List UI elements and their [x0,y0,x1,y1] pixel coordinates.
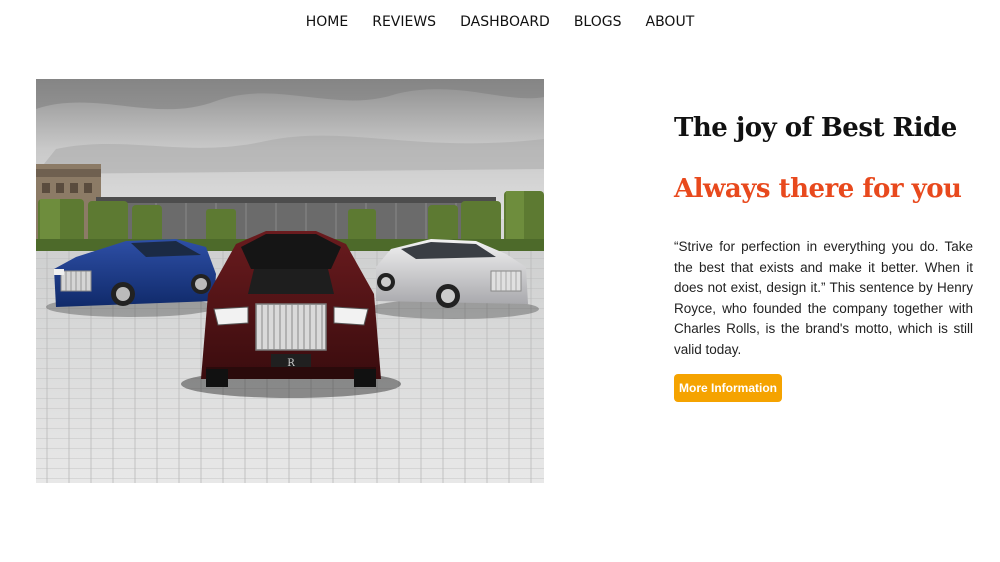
page: HOME REVIEWS DASHBOARD BLOGS ABOUT R The… [0,0,1000,562]
nav-blogs-link[interactable]: BLOGS [574,11,622,33]
more-information-button[interactable]: More Information [674,374,782,402]
nav-home-link[interactable]: HOME [306,11,348,33]
nav-about-link[interactable]: ABOUT [646,11,695,33]
top-nav: HOME REVIEWS DASHBOARD BLOGS ABOUT [0,11,1000,33]
grille-logo: R [287,358,295,369]
nav-dashboard-link[interactable]: DASHBOARD [460,11,550,33]
cars-photo: R [36,79,544,483]
motto-paragraph: “Strive for perfection in everything you… [674,239,973,357]
page-title: The joy of Best Ride [674,113,957,143]
hero-image: R [36,79,544,483]
nav-reviews-link[interactable]: REVIEWS [372,11,436,33]
page-subtitle: Always there for you [674,174,962,204]
content-column: The joy of Best Ride Always there for yo… [674,108,974,402]
